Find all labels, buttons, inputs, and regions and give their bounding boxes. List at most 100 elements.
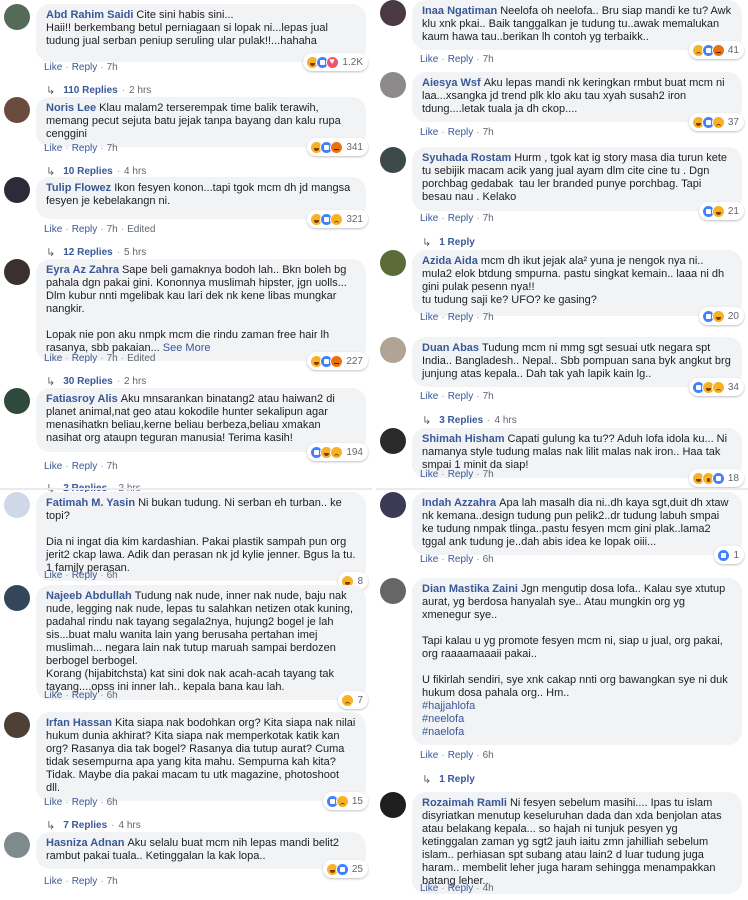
replies-count-link[interactable]: 1 Reply (439, 774, 475, 785)
commenter-name[interactable]: Eyra Az Zahra (46, 264, 119, 276)
avatar[interactable] (4, 97, 30, 123)
like-link[interactable]: Like (420, 391, 438, 402)
reply-link[interactable]: Reply (448, 127, 474, 138)
comment-time[interactable]: 6h (107, 797, 118, 808)
reaction-summary[interactable]: 1 (714, 546, 744, 564)
view-replies[interactable]: ↳ 30 Replies · 2 hrs (46, 375, 146, 388)
like-link[interactable]: Like (420, 127, 438, 138)
comment-time[interactable]: 7h (483, 312, 494, 323)
commenter-name[interactable]: Azida Aida (422, 255, 478, 267)
like-link[interactable]: Like (420, 554, 438, 565)
view-replies[interactable]: ↳ 3 Replies · 4 hrs (422, 414, 517, 427)
commenter-name[interactable]: Inaa Ngatiman (422, 5, 497, 17)
like-link[interactable]: Like (44, 690, 62, 701)
comment-time[interactable]: 7h (483, 391, 494, 402)
like-link[interactable]: Like (420, 469, 438, 480)
comment-time[interactable]: 7h (483, 469, 494, 480)
hashtag-link[interactable]: #neelofa (422, 713, 732, 726)
commenter-name[interactable]: Duan Abas (422, 342, 479, 354)
avatar[interactable] (4, 585, 30, 611)
comment-time[interactable]: 4h (483, 883, 494, 894)
reply-link[interactable]: Reply (72, 461, 98, 472)
commenter-name[interactable]: Noris Lee (46, 102, 96, 114)
replies-count-link[interactable]: 1 Reply (439, 237, 475, 248)
reaction-summary[interactable]: 1.2K (303, 53, 368, 71)
replies-count-link[interactable]: 30 Replies (63, 376, 112, 387)
view-replies[interactable]: ↳ 110 Replies · 2 hrs (46, 84, 151, 97)
avatar[interactable] (4, 492, 30, 518)
like-link[interactable]: Like (44, 876, 62, 887)
avatar[interactable] (4, 177, 30, 203)
avatar[interactable] (4, 259, 30, 285)
reply-link[interactable]: Reply (72, 353, 98, 364)
avatar[interactable] (380, 147, 406, 173)
commenter-name[interactable]: Fatimah M. Yasin (46, 497, 135, 509)
like-link[interactable]: Like (420, 883, 438, 894)
reply-link[interactable]: Reply (72, 690, 98, 701)
view-replies[interactable]: ↳ 7 Replies · 4 hrs (46, 819, 141, 832)
reaction-summary[interactable]: 25 (322, 860, 368, 878)
reply-link[interactable]: Reply (72, 62, 98, 73)
reaction-summary[interactable]: 194 (307, 443, 368, 461)
reply-link[interactable]: Reply (72, 876, 98, 887)
like-link[interactable]: Like (44, 62, 62, 73)
like-link[interactable]: Like (420, 213, 438, 224)
see-more-link[interactable]: See More (163, 342, 211, 354)
like-link[interactable]: Like (44, 224, 62, 235)
comment-time[interactable]: 7h (483, 54, 494, 65)
like-link[interactable]: Like (44, 461, 62, 472)
like-link[interactable]: Like (420, 54, 438, 65)
like-link[interactable]: Like (44, 353, 62, 364)
avatar[interactable] (380, 72, 406, 98)
edited-label[interactable]: Edited (127, 353, 155, 364)
avatar[interactable] (4, 4, 30, 30)
reply-link[interactable]: Reply (448, 391, 474, 402)
comment-time[interactable]: 7h (107, 353, 118, 364)
view-replies[interactable]: ↳ 1 Reply (422, 773, 475, 786)
reply-link[interactable]: Reply (448, 312, 474, 323)
replies-count-link[interactable]: 3 Replies (439, 415, 483, 426)
comment-time[interactable]: 7h (107, 461, 118, 472)
view-replies[interactable]: ↳ 12 Replies · 5 hrs (46, 246, 146, 259)
avatar[interactable] (380, 492, 406, 518)
reaction-summary[interactable]: 15 (322, 792, 368, 810)
commenter-name[interactable]: Aiesya Wsf (422, 77, 481, 89)
like-link[interactable]: Like (44, 570, 62, 581)
commenter-name[interactable]: Indah Azzahra (422, 497, 496, 509)
reply-link[interactable]: Reply (448, 883, 474, 894)
avatar[interactable] (380, 250, 406, 276)
view-replies[interactable]: ↳ 1 Reply (422, 236, 475, 249)
commenter-name[interactable]: Rozaimah Ramli (422, 797, 507, 809)
reaction-summary[interactable]: 41 (688, 41, 744, 59)
comment-time[interactable]: 7h (107, 224, 118, 235)
avatar[interactable] (380, 578, 406, 604)
comment-time[interactable]: 6h (483, 750, 494, 761)
replies-count-link[interactable]: 12 Replies (63, 247, 112, 258)
commenter-name[interactable]: Fatiasroy Alis (46, 393, 118, 405)
replies-count-link[interactable]: 110 Replies (63, 85, 117, 96)
reaction-summary[interactable]: 227 (307, 352, 368, 370)
reply-link[interactable]: Reply (448, 213, 474, 224)
reaction-summary[interactable]: 21 (698, 202, 744, 220)
reply-link[interactable]: Reply (72, 570, 98, 581)
commenter-name[interactable]: Dian Mastika Zaini (422, 583, 518, 595)
reply-link[interactable]: Reply (448, 554, 474, 565)
commenter-name[interactable]: Syuhada Rostam (422, 152, 511, 164)
comment-time[interactable]: 6h (483, 554, 494, 565)
reply-link[interactable]: Reply (72, 797, 98, 808)
comment-time[interactable]: 6h (107, 690, 118, 701)
reaction-summary[interactable]: 321 (307, 210, 368, 228)
comment-time[interactable]: 7h (107, 62, 118, 73)
avatar[interactable] (4, 832, 30, 858)
avatar[interactable] (380, 792, 406, 818)
reaction-summary[interactable]: 7 (338, 691, 368, 709)
commenter-name[interactable]: Hasniza Adnan (46, 837, 124, 849)
like-link[interactable]: Like (420, 312, 438, 323)
avatar[interactable] (380, 0, 406, 26)
reply-link[interactable]: Reply (72, 143, 98, 154)
comment-time[interactable]: 7h (107, 143, 118, 154)
replies-count-link[interactable]: 10 Replies (63, 166, 112, 177)
hashtag-link[interactable]: #hajjahlofa (422, 700, 732, 713)
reply-link[interactable]: Reply (448, 469, 474, 480)
comment-time[interactable]: 6h (107, 570, 118, 581)
